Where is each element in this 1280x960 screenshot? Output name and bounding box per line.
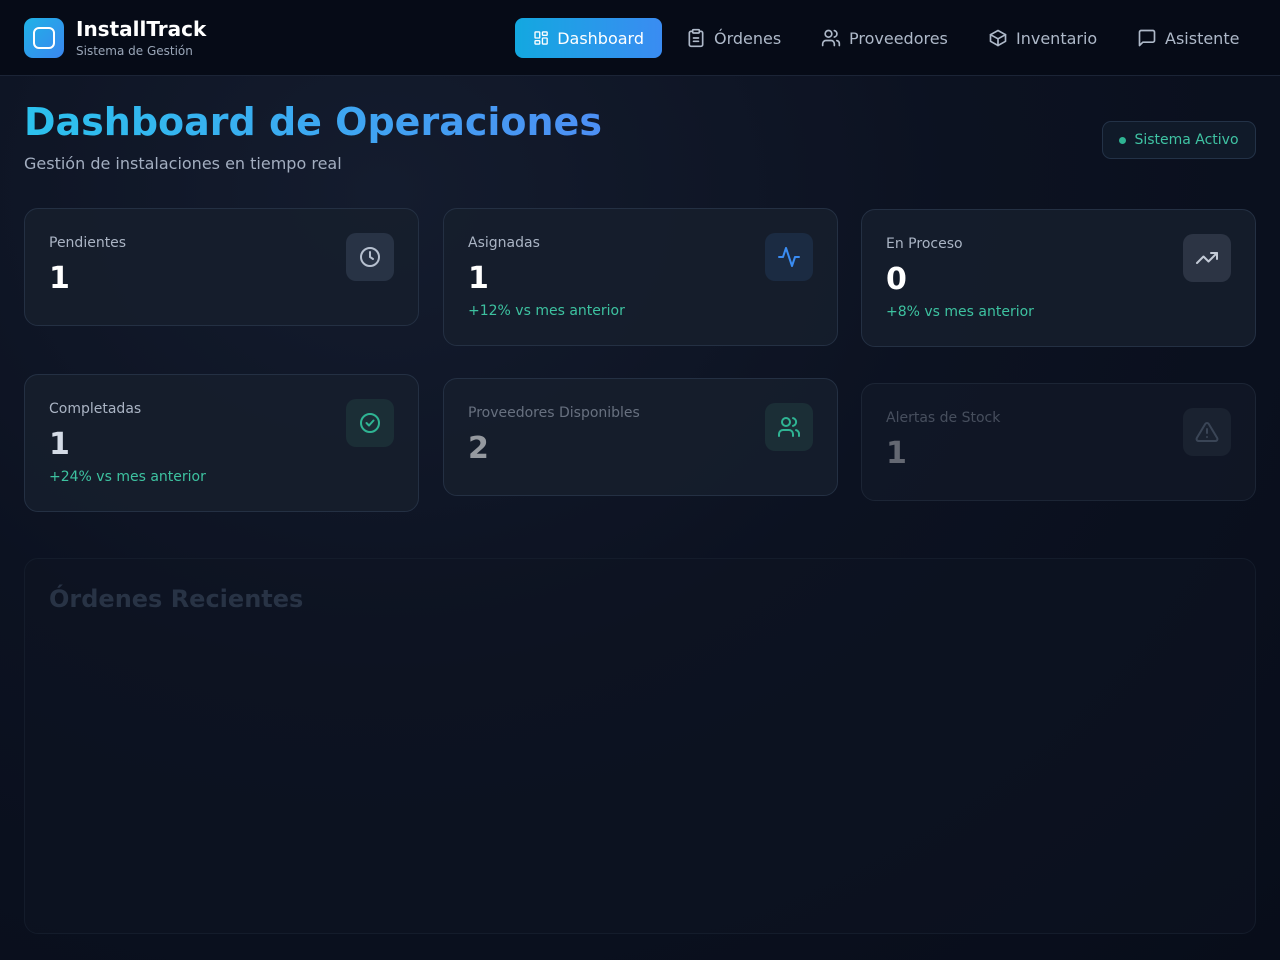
clock-icon bbox=[346, 233, 394, 281]
stat-trend: +12% vs mes anterior bbox=[468, 303, 625, 319]
nav-inventario[interactable]: Inventario bbox=[970, 18, 1115, 58]
stat-card-pendientes[interactable]: Pendientes 1 bbox=[24, 208, 419, 326]
trending-up-icon bbox=[1183, 234, 1231, 282]
alert-triangle-icon bbox=[1183, 408, 1231, 456]
status-text: Sistema Activo bbox=[1134, 132, 1239, 148]
nav-label: Dashboard bbox=[557, 28, 644, 48]
activity-icon bbox=[765, 233, 813, 281]
status-dot bbox=[1119, 136, 1127, 144]
stat-value: 2 bbox=[468, 431, 489, 466]
stat-label: Proveedores Disponibles bbox=[468, 405, 640, 421]
stat-value: 0 bbox=[886, 262, 907, 297]
brand-subtitle: Sistema de Gestión bbox=[76, 44, 193, 58]
stat-label: En Proceso bbox=[886, 236, 963, 252]
stat-trend: +24% vs mes anterior bbox=[49, 469, 206, 485]
page-subtitle: Gestión de instalaciones en tiempo real bbox=[24, 154, 342, 173]
stat-value: 1 bbox=[49, 261, 70, 296]
stat-trend: +8% vs mes anterior bbox=[886, 304, 1034, 320]
stat-card-proveedores-disponibles[interactable]: Proveedores Disponibles 2 bbox=[443, 378, 838, 496]
status-badge: Sistema Activo bbox=[1102, 121, 1256, 159]
nav-dashboard[interactable]: Dashboard bbox=[515, 18, 662, 58]
chat-icon bbox=[1138, 29, 1156, 47]
stat-label: Alertas de Stock bbox=[886, 410, 1001, 426]
stat-label: Asignadas bbox=[468, 235, 540, 251]
nav-label: Asistente bbox=[1165, 28, 1240, 48]
nav-proveedores[interactable]: Proveedores bbox=[803, 18, 966, 58]
users-icon bbox=[821, 29, 841, 47]
stat-value: 1 bbox=[468, 261, 489, 296]
package-icon bbox=[989, 29, 1007, 47]
stat-card-en-proceso[interactable]: En Proceso 0 +8% vs mes anterior bbox=[861, 209, 1256, 347]
users-icon bbox=[765, 403, 813, 451]
stat-value: 1 bbox=[886, 436, 907, 471]
nav-label: Proveedores bbox=[849, 28, 948, 48]
brand-name: InstallTrack bbox=[76, 17, 207, 41]
stat-card-completadas[interactable]: Completadas 1 +24% vs mes anterior bbox=[24, 374, 419, 512]
stat-value: 1 bbox=[49, 427, 70, 462]
stat-card-alertas-de-stock[interactable]: Alertas de Stock 1 bbox=[861, 383, 1256, 501]
clipboard-icon bbox=[688, 28, 704, 48]
page-title: Dashboard de Operaciones bbox=[24, 100, 602, 144]
nav-label: Inventario bbox=[1016, 28, 1098, 48]
recent-orders-panel: Órdenes Recientes bbox=[24, 558, 1256, 934]
nav-ordenes[interactable]: Órdenes bbox=[668, 18, 799, 58]
stat-card-asignadas[interactable]: Asignadas 1 +12% vs mes anterior bbox=[443, 208, 838, 346]
dashboard-icon bbox=[534, 31, 548, 45]
stat-label: Completadas bbox=[49, 401, 142, 417]
stat-label: Pendientes bbox=[49, 235, 127, 251]
recent-orders-title: Órdenes Recientes bbox=[49, 585, 304, 613]
nav-asistente[interactable]: Asistente bbox=[1119, 18, 1257, 58]
nav-label: Órdenes bbox=[714, 28, 782, 48]
app-logo-icon[interactable] bbox=[24, 18, 64, 58]
check-circle-icon bbox=[346, 399, 394, 447]
top-navigation-bar: InstallTrack Sistema de Gestión Dashboar… bbox=[0, 0, 1280, 76]
